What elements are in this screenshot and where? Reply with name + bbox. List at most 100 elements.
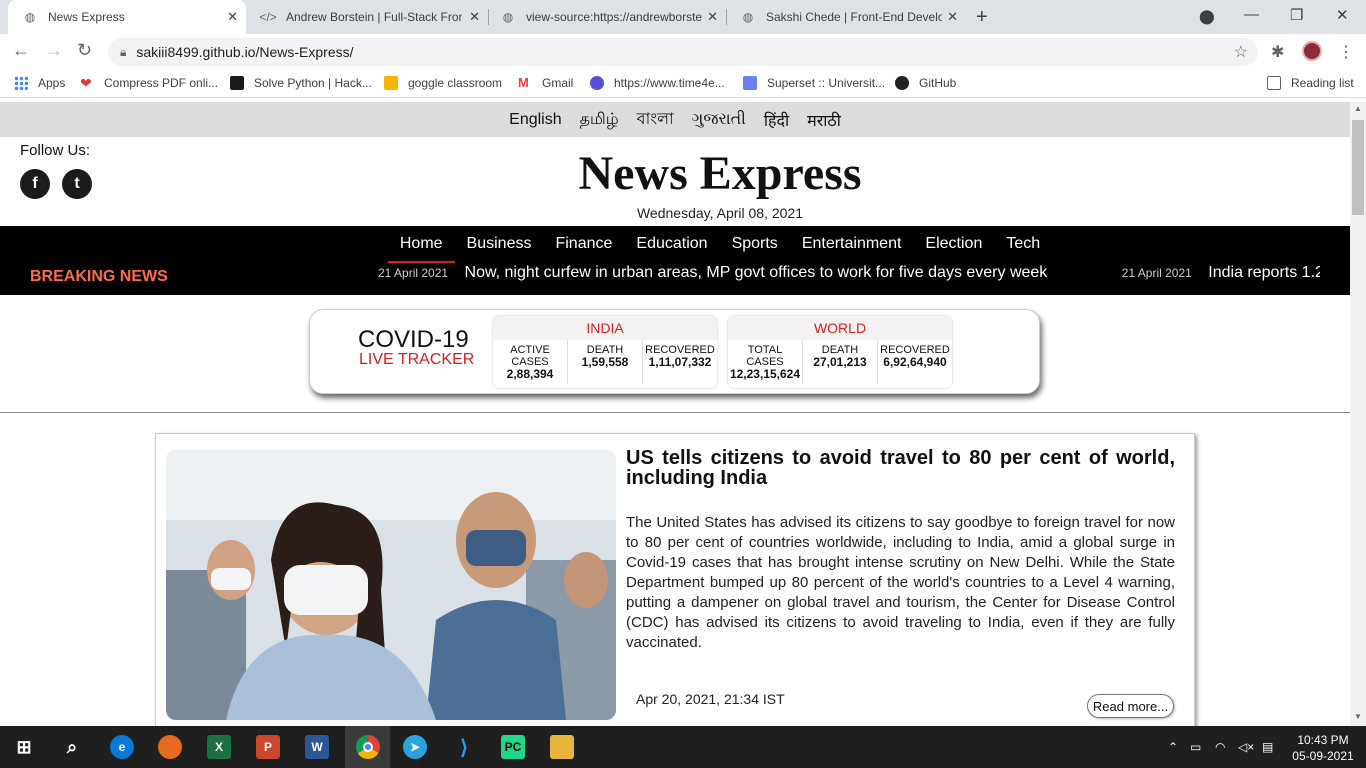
excel-icon[interactable]: X <box>207 735 231 759</box>
bookmark-apps[interactable]: Apps <box>14 76 65 90</box>
close-tab-icon[interactable]: ✕ <box>707 9 718 25</box>
bookmark-label: GitHub <box>919 76 957 90</box>
bookmark-superset[interactable]: Superset :: Universit... <box>743 76 885 90</box>
file-explorer-icon[interactable] <box>550 735 574 759</box>
nav-item-finance[interactable]: Finance <box>555 235 612 259</box>
bookmark-time4education[interactable]: https://www.time4e... <box>590 76 725 90</box>
ticker-item[interactable]: 21 April 2021 India reports 1.26 <box>1122 264 1320 282</box>
search-icon[interactable]: ⌕ <box>60 735 84 759</box>
vscode-icon[interactable]: ⟩ <box>452 735 476 759</box>
covid-tracker: COVID-19 LIVE TRACKER INDIA ACTIVE CASES… <box>309 309 1040 394</box>
browser-toolbar: ← → ↻ 🔒︎ sakiii8499.github.io/News-Expre… <box>0 34 1366 70</box>
lang-bengali[interactable]: বাংলা <box>637 106 674 133</box>
bookmark-star-icon[interactable]: ☆ <box>1234 42 1248 62</box>
gmail-icon: M <box>518 75 529 90</box>
extensions-icon[interactable]: ✱ <box>1271 42 1284 62</box>
lang-gujarati[interactable]: ગુજરાતી <box>692 111 746 129</box>
ticker-item[interactable]: 21 April 2021 Now, night curfew in urban… <box>378 264 1047 282</box>
tab-andrew-borstein[interactable]: </> Andrew Borstein | Full-Stack Front ✕ <box>246 0 488 34</box>
close-tab-icon[interactable]: ✕ <box>947 9 958 25</box>
ime-icon[interactable]: ▤ <box>1262 740 1273 754</box>
nav-item-entertainment[interactable]: Entertainment <box>802 235 902 259</box>
news-ticker: 21 April 2021 Now, night curfew in urban… <box>378 264 1320 286</box>
bookmark-hackerrank[interactable]: Solve Python | Hack... <box>230 76 372 90</box>
bookmark-compress-pdf[interactable]: ❤ Compress PDF onli... <box>80 76 218 90</box>
bookmark-label: Superset :: Universit... <box>767 76 886 90</box>
read-more-button[interactable]: Read more... <box>1087 694 1174 718</box>
forward-icon[interactable]: → <box>45 40 63 61</box>
bookmark-label: Gmail <box>542 76 574 90</box>
apps-grid-icon <box>14 76 28 90</box>
lang-marathi[interactable]: मराठी <box>807 109 841 131</box>
nav-item-home[interactable]: Home <box>387 235 455 263</box>
scroll-thumb[interactable] <box>1352 120 1364 215</box>
covid-title: COVID-19 <box>358 326 469 353</box>
tab-sakshi-chede[interactable]: ◍ Sakshi Chede | Front-End Develop ✕ <box>726 0 966 34</box>
wifi-icon[interactable]: ◠ <box>1215 740 1225 754</box>
word-icon[interactable]: W <box>305 735 329 759</box>
windows-taskbar: ⊞ ⌕ e X P W ➤ ⟩ PC ⌃ ▭ ◠ ◁× ▤ 10:43 PM 0… <box>0 726 1366 768</box>
restore-icon[interactable]: ❐ <box>1290 6 1303 24</box>
nav-item-education[interactable]: Education <box>636 235 707 259</box>
menu-dots-icon[interactable]: ⋮ <box>1338 42 1354 62</box>
volume-icon[interactable]: ◁× <box>1238 740 1254 754</box>
tab-search-icon[interactable]: ⬤ <box>1199 8 1215 25</box>
classroom-icon <box>384 76 398 90</box>
tab-news-express[interactable]: ◍ News Express ✕ <box>8 0 246 34</box>
bookmark-classroom[interactable]: goggle classroom <box>384 76 502 90</box>
reload-icon[interactable]: ↻ <box>77 40 92 61</box>
battery-icon[interactable]: ▭ <box>1190 740 1201 754</box>
bookmark-label: Apps <box>38 76 66 90</box>
new-tab-icon[interactable]: + <box>976 6 988 29</box>
profile-avatar[interactable] <box>1302 41 1322 61</box>
lock-icon[interactable]: 🔒︎ <box>120 45 126 60</box>
lang-hindi[interactable]: हिंदी <box>764 109 789 131</box>
back-icon[interactable]: ← <box>12 40 30 61</box>
article-body: The United States has advised its citize… <box>626 514 1175 651</box>
stat-value: 1,11,07,332 <box>648 355 712 369</box>
clock-time: 10:43 PM <box>1297 733 1349 747</box>
tab-view-source[interactable]: ◍ view-source:https://andrewborste ✕ <box>486 0 726 34</box>
lang-english[interactable]: English <box>509 111 561 129</box>
stat-label: TOTAL CASES <box>746 344 784 368</box>
clock-date: 05-09-2021 <box>1292 749 1354 763</box>
nav-item-sports[interactable]: Sports <box>732 235 778 259</box>
nav-item-business[interactable]: Business <box>467 235 532 259</box>
address-bar[interactable]: 🔒︎ sakiii8499.github.io/News-Express/ ☆ <box>108 38 1258 66</box>
telegram-icon[interactable]: ➤ <box>403 735 427 759</box>
edge-icon[interactable]: e <box>110 735 134 759</box>
ticker-date: 21 April 2021 <box>1121 266 1192 280</box>
firefox-icon[interactable] <box>158 735 182 759</box>
scroll-up-icon[interactable]: ▲ <box>1354 104 1362 113</box>
url-text[interactable]: sakiii8499.github.io/News-Express/ <box>136 44 353 60</box>
world-label: WORLD <box>728 316 952 340</box>
page-scrollbar[interactable]: ▲ ▼ <box>1350 102 1366 726</box>
site-title: News Express <box>578 147 862 200</box>
close-window-icon[interactable]: ✕ <box>1336 6 1349 24</box>
bookmark-gmail[interactable]: M Gmail <box>518 75 574 91</box>
chrome-taskbar-button[interactable] <box>345 726 390 768</box>
nav-item-tech[interactable]: Tech <box>1006 235 1040 259</box>
ticker-date: 21 April 2021 <box>378 266 449 280</box>
tray-chevron-icon[interactable]: ⌃ <box>1168 740 1178 754</box>
bookmark-label: Compress PDF onli... <box>104 76 219 90</box>
article-timestamp: Apr 20, 2021, 21:34 IST <box>636 691 785 707</box>
close-tab-icon[interactable]: ✕ <box>227 9 238 25</box>
close-tab-icon[interactable]: ✕ <box>469 9 480 25</box>
article-headline[interactable]: US tells citizens to avoid travel to 80 … <box>626 448 1175 488</box>
pycharm-icon[interactable]: PC <box>501 735 525 759</box>
scroll-down-icon[interactable]: ▼ <box>1354 712 1362 721</box>
nav-item-election[interactable]: Election <box>925 235 982 259</box>
covid-subtitle: LIVE TRACKER <box>359 351 475 368</box>
taskbar-clock[interactable]: 10:43 PM 05-09-2021 <box>1288 732 1358 764</box>
stat-value: 27,01,213 <box>813 355 867 369</box>
powerpoint-icon[interactable]: P <box>256 735 280 759</box>
nav-menu: Home Business Finance Education Sports E… <box>0 235 1350 263</box>
lang-tamil[interactable]: தமிழ் <box>580 110 619 130</box>
minimize-icon[interactable]: — <box>1244 6 1259 23</box>
windows-start-icon[interactable]: ⊞ <box>12 735 36 759</box>
stat-value: 2,88,394 <box>506 367 554 381</box>
reading-list-button[interactable]: Reading list <box>1267 76 1354 90</box>
bookmark-github[interactable]: GitHub <box>895 76 956 90</box>
tab-title: News Express <box>48 10 125 24</box>
